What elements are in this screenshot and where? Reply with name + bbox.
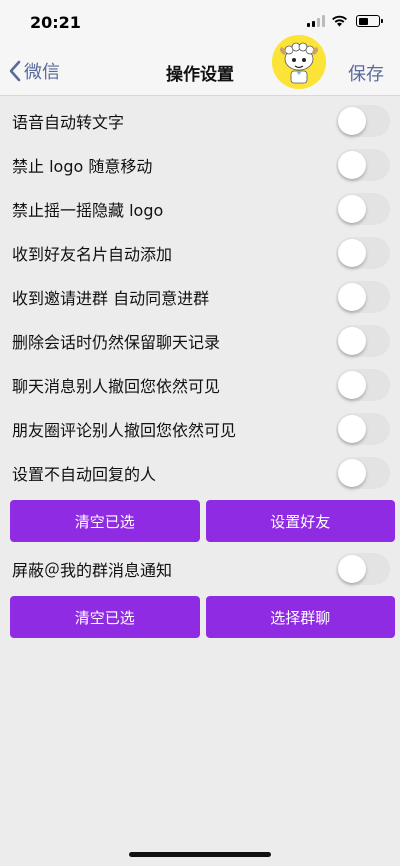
toggle-anti-recall-moments[interactable]	[336, 413, 390, 445]
setting-row-auto-add-card: 收到好友名片自动添加	[0, 231, 400, 275]
setting-row-lock-logo: 禁止 logo 随意移动	[0, 143, 400, 187]
setting-row-anti-recall-messages: 聊天消息别人撤回您依然可见	[0, 363, 400, 407]
setting-label: 收到好友名片自动添加	[12, 245, 173, 264]
set-friends-button[interactable]: 设置好友	[205, 500, 395, 542]
setting-label: 删除会话时仍然保留聊天记录	[12, 333, 221, 352]
toggle-keep-chat-history[interactable]	[336, 325, 390, 357]
wifi-icon	[332, 15, 347, 27]
status-bar: 20:21	[0, 0, 400, 48]
setting-label: 屏蔽＠我的群消息通知	[12, 561, 173, 580]
setting-row-no-auto-reply: 设置不自动回复的人	[0, 451, 400, 495]
toggle-knob	[338, 283, 366, 311]
select-group-chat-button[interactable]: 选择群聊	[205, 596, 395, 638]
setting-label: 收到邀请进群 自动同意进群	[12, 289, 210, 308]
signal-icon	[307, 15, 325, 27]
toggle-knob	[338, 239, 366, 267]
toggle-knob	[338, 327, 366, 355]
friend-button-row: 清空已选 设置好友	[0, 496, 400, 546]
status-time: 20:21	[30, 13, 81, 32]
clear-selected-group-button[interactable]: 清空已选	[10, 596, 200, 638]
setting-label: 语音自动转文字	[12, 113, 125, 132]
save-button[interactable]: 保存	[348, 60, 384, 86]
toggle-no-auto-reply[interactable]	[336, 457, 390, 489]
toggle-lock-logo[interactable]	[336, 149, 390, 181]
setting-label: 聊天消息别人撤回您依然可见	[12, 377, 221, 396]
navigation-bar: 微信 操作设置 保存	[0, 35, 400, 96]
home-indicator[interactable]	[129, 852, 271, 857]
toggle-knob	[338, 371, 366, 399]
toggle-auto-add-card[interactable]	[336, 237, 390, 269]
toggle-knob	[338, 415, 366, 443]
cartoon-sheep-avatar-icon	[272, 35, 326, 89]
setting-label: 朋友圈评论别人撤回您依然可见	[12, 421, 237, 440]
toggle-knob	[338, 459, 366, 487]
setting-row-keep-chat-history: 删除会话时仍然保留聊天记录	[0, 319, 400, 363]
status-icons	[307, 15, 383, 27]
toggle-mute-group-mentions[interactable]	[336, 553, 390, 585]
setting-row-anti-recall-moments: 朋友圈评论别人撤回您依然可见	[0, 407, 400, 451]
toggle-voice-to-text[interactable]	[336, 105, 390, 137]
setting-row-voice-to-text: 语音自动转文字	[0, 99, 400, 143]
toggle-knob	[338, 107, 366, 135]
battery-icon	[356, 15, 383, 27]
group-button-row: 清空已选 选择群聊	[0, 592, 400, 642]
setting-row-auto-join-group: 收到邀请进群 自动同意进群	[0, 275, 400, 319]
toggle-auto-join-group[interactable]	[336, 281, 390, 313]
settings-list: 语音自动转文字 禁止 logo 随意移动 禁止摇一摇隐藏 logo 收到好友名片…	[0, 99, 400, 643]
toggle-knob	[338, 195, 366, 223]
page-title: 操作设置	[166, 65, 234, 85]
toggle-knob	[338, 555, 366, 583]
setting-label: 禁止摇一摇隐藏 logo	[12, 201, 164, 220]
avatar[interactable]	[272, 35, 326, 89]
setting-row-shake-hide-logo: 禁止摇一摇隐藏 logo	[0, 187, 400, 231]
toggle-knob	[338, 151, 366, 179]
clear-selected-button[interactable]: 清空已选	[10, 500, 200, 542]
setting-label: 禁止 logo 随意移动	[12, 157, 153, 176]
toggle-anti-recall-messages[interactable]	[336, 369, 390, 401]
setting-label: 设置不自动回复的人	[12, 465, 157, 484]
setting-row-mute-group-mentions: 屏蔽＠我的群消息通知	[0, 547, 400, 591]
toggle-shake-hide-logo[interactable]	[336, 193, 390, 225]
